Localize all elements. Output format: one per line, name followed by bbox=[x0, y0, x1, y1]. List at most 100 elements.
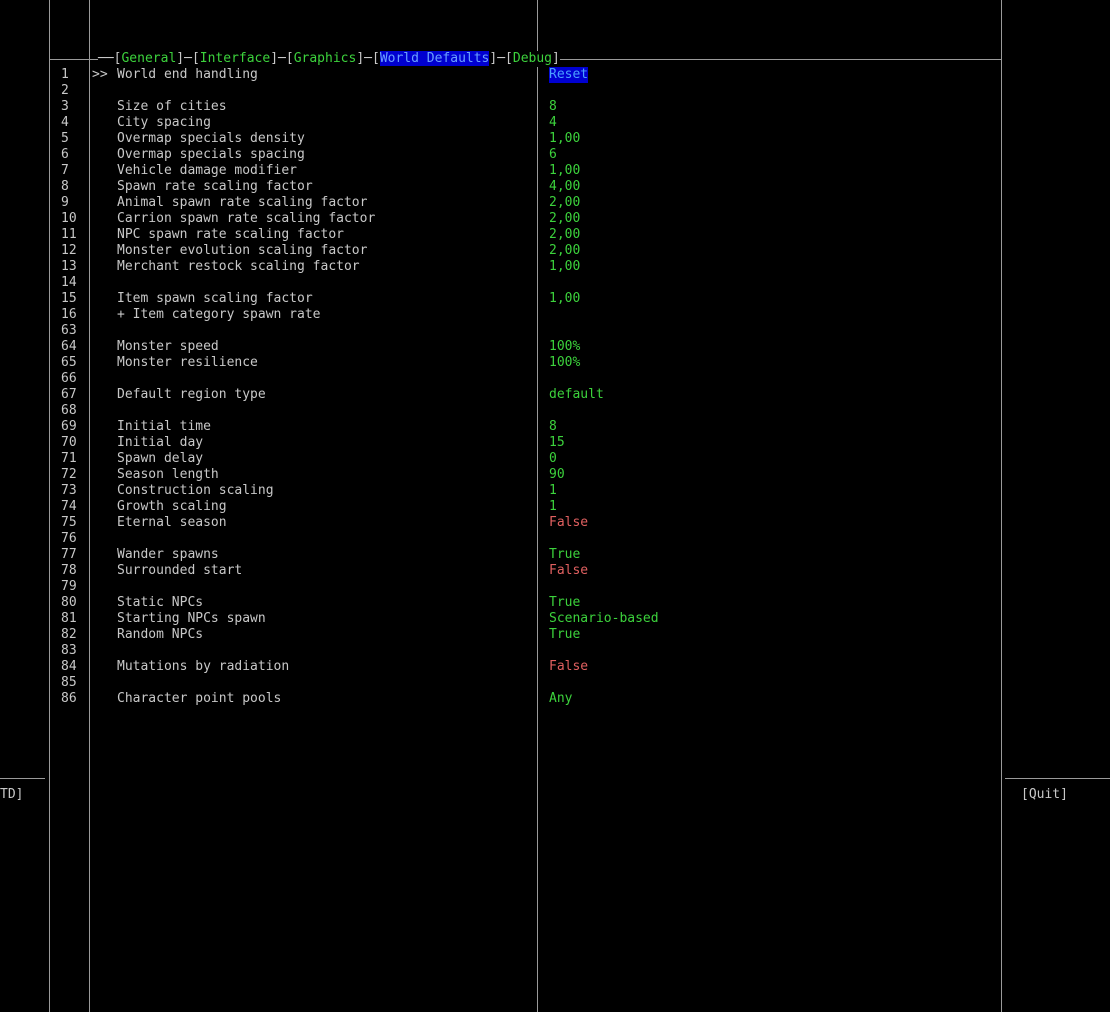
option-value[interactable]: True bbox=[549, 547, 580, 563]
option-row[interactable]: 15 Item spawn scaling factor 1,00 bbox=[0, 291, 1110, 307]
option-label: Overmap specials spacing bbox=[117, 147, 305, 162]
option-row[interactable]: 86 Character point pools Any bbox=[0, 691, 1110, 707]
option-row[interactable]: 77 Wander spawns True bbox=[0, 547, 1110, 563]
option-row[interactable]: 75 Eternal season False bbox=[0, 515, 1110, 531]
option-value[interactable]: default bbox=[549, 387, 604, 403]
option-value[interactable]: False bbox=[549, 563, 588, 579]
option-value[interactable]: 4 bbox=[549, 115, 557, 131]
option-label: Merchant restock scaling factor bbox=[117, 259, 360, 274]
option-value[interactable]: 1,00 bbox=[549, 291, 580, 307]
option-row-number: 16 bbox=[61, 307, 77, 322]
option-value[interactable]: 15 bbox=[549, 435, 565, 451]
option-row[interactable]: 74 Growth scaling 1 bbox=[0, 499, 1110, 515]
option-value[interactable]: 0 bbox=[549, 451, 557, 467]
option-value[interactable]: Reset bbox=[549, 67, 589, 83]
option-row-number: 73 bbox=[61, 483, 77, 498]
option-row-number: 70 bbox=[61, 435, 77, 450]
option-row-number: 4 bbox=[61, 115, 69, 130]
option-value[interactable]: 1 bbox=[549, 499, 557, 515]
option-value[interactable]: True bbox=[549, 627, 580, 643]
option-value[interactable]: 2,00 bbox=[549, 227, 580, 243]
option-label: World end handling bbox=[117, 67, 258, 82]
option-value[interactable]: 100% bbox=[549, 355, 580, 371]
option-row[interactable]: 78 Surrounded start False bbox=[0, 563, 1110, 579]
option-value[interactable]: True bbox=[549, 595, 580, 611]
option-label: Construction scaling bbox=[117, 483, 274, 498]
option-value[interactable]: 4,00 bbox=[549, 179, 580, 195]
option-row[interactable]: 13 Merchant restock scaling factor 1,00 bbox=[0, 259, 1110, 275]
option-row-number: 8 bbox=[61, 179, 69, 194]
option-row[interactable]: 6 Overmap specials spacing 6 bbox=[0, 147, 1110, 163]
option-row[interactable]: 81 Starting NPCs spawn Scenario-based bbox=[0, 611, 1110, 627]
option-value[interactable]: 2,00 bbox=[549, 211, 580, 227]
tab-separator: ─ bbox=[278, 51, 286, 66]
tab-world-defaults[interactable]: World Defaults bbox=[379, 51, 490, 66]
option-row[interactable]: 3 Size of cities 8 bbox=[0, 99, 1110, 115]
selection-cursor: >> bbox=[92, 67, 108, 82]
option-row[interactable]: 4 City spacing 4 bbox=[0, 115, 1110, 131]
option-row-number: 11 bbox=[61, 227, 77, 242]
option-row-number: 65 bbox=[61, 355, 77, 370]
option-value[interactable]: 6 bbox=[549, 147, 557, 163]
option-label: Overmap specials density bbox=[117, 131, 305, 146]
tab-debug[interactable]: Debug bbox=[513, 51, 552, 66]
option-row-number: 78 bbox=[61, 563, 77, 578]
tab-bracket-open: [ bbox=[285, 51, 294, 66]
option-row-number: 69 bbox=[61, 419, 77, 434]
option-row[interactable]: 65 Monster resilience 100% bbox=[0, 355, 1110, 371]
option-row[interactable]: 67 Default region type default bbox=[0, 387, 1110, 403]
option-row[interactable]: 84 Mutations by radiation False bbox=[0, 659, 1110, 675]
option-value[interactable]: False bbox=[549, 515, 588, 531]
option-value[interactable]: 8 bbox=[549, 99, 557, 115]
option-row[interactable]: 11 NPC spawn rate scaling factor 2,00 bbox=[0, 227, 1110, 243]
option-row[interactable]: 71 Spawn delay 0 bbox=[0, 451, 1110, 467]
tab-interface[interactable]: Interface bbox=[200, 51, 270, 66]
option-row[interactable]: 12 Monster evolution scaling factor 2,00 bbox=[0, 243, 1110, 259]
option-row[interactable]: 16 + Item category spawn rate bbox=[0, 307, 1110, 323]
tab-separator: ─ bbox=[497, 51, 506, 66]
option-value[interactable]: 8 bbox=[549, 419, 557, 435]
option-row-number: 83 bbox=[61, 643, 77, 658]
option-label: Starting NPCs spawn bbox=[117, 611, 266, 626]
option-row: 83 bbox=[0, 643, 1110, 659]
option-value[interactable]: 2,00 bbox=[549, 195, 580, 211]
tab-bracket-close: ] bbox=[176, 51, 185, 66]
option-row[interactable]: 64 Monster speed 100% bbox=[0, 339, 1110, 355]
option-row[interactable]: 69 Initial time 8 bbox=[0, 419, 1110, 435]
option-row[interactable]: 72 Season length 90 bbox=[0, 467, 1110, 483]
option-row[interactable]: 7 Vehicle damage modifier 1,00 bbox=[0, 163, 1110, 179]
option-row[interactable]: 1 >> World end handling Reset bbox=[0, 67, 1110, 83]
option-row[interactable]: 9 Animal spawn rate scaling factor 2,00 bbox=[0, 195, 1110, 211]
left-panel-rule bbox=[0, 778, 45, 779]
option-label: NPC spawn rate scaling factor bbox=[117, 227, 344, 242]
option-row[interactable]: 80 Static NPCs True bbox=[0, 595, 1110, 611]
option-value[interactable]: 1 bbox=[549, 483, 557, 499]
option-row[interactable]: 10 Carrion spawn rate scaling factor 2,00 bbox=[0, 211, 1110, 227]
quit-button[interactable]: [Quit] bbox=[1021, 787, 1068, 803]
tab-bracket-open: [ bbox=[505, 51, 513, 66]
option-row[interactable]: 8 Spawn rate scaling factor 4,00 bbox=[0, 179, 1110, 195]
option-row: 68 bbox=[0, 403, 1110, 419]
option-value[interactable]: 90 bbox=[549, 467, 565, 483]
option-row-number: 67 bbox=[61, 387, 77, 402]
option-row: 14 bbox=[0, 275, 1110, 291]
option-value[interactable]: 100% bbox=[549, 339, 580, 355]
option-row-number: 77 bbox=[61, 547, 77, 562]
option-value[interactable]: Scenario-based bbox=[549, 611, 659, 627]
option-value[interactable]: False bbox=[549, 659, 588, 675]
option-value[interactable]: Any bbox=[549, 691, 572, 707]
option-label: Character point pools bbox=[117, 691, 282, 706]
option-row[interactable]: 5 Overmap specials density 1,00 bbox=[0, 131, 1110, 147]
option-row[interactable]: 70 Initial day 15 bbox=[0, 435, 1110, 451]
option-row[interactable]: 82 Random NPCs True bbox=[0, 627, 1110, 643]
option-row: 76 bbox=[0, 531, 1110, 547]
tab-general[interactable]: General bbox=[121, 51, 176, 66]
option-row[interactable]: 73 Construction scaling 1 bbox=[0, 483, 1110, 499]
tab-graphics[interactable]: Graphics bbox=[294, 51, 357, 66]
option-label: Static NPCs bbox=[117, 595, 204, 610]
option-value[interactable]: 2,00 bbox=[549, 243, 580, 259]
option-label: Growth scaling bbox=[117, 499, 227, 514]
option-value[interactable]: 1,00 bbox=[549, 163, 580, 179]
option-value[interactable]: 1,00 bbox=[549, 131, 580, 147]
option-value[interactable]: 1,00 bbox=[549, 259, 580, 275]
